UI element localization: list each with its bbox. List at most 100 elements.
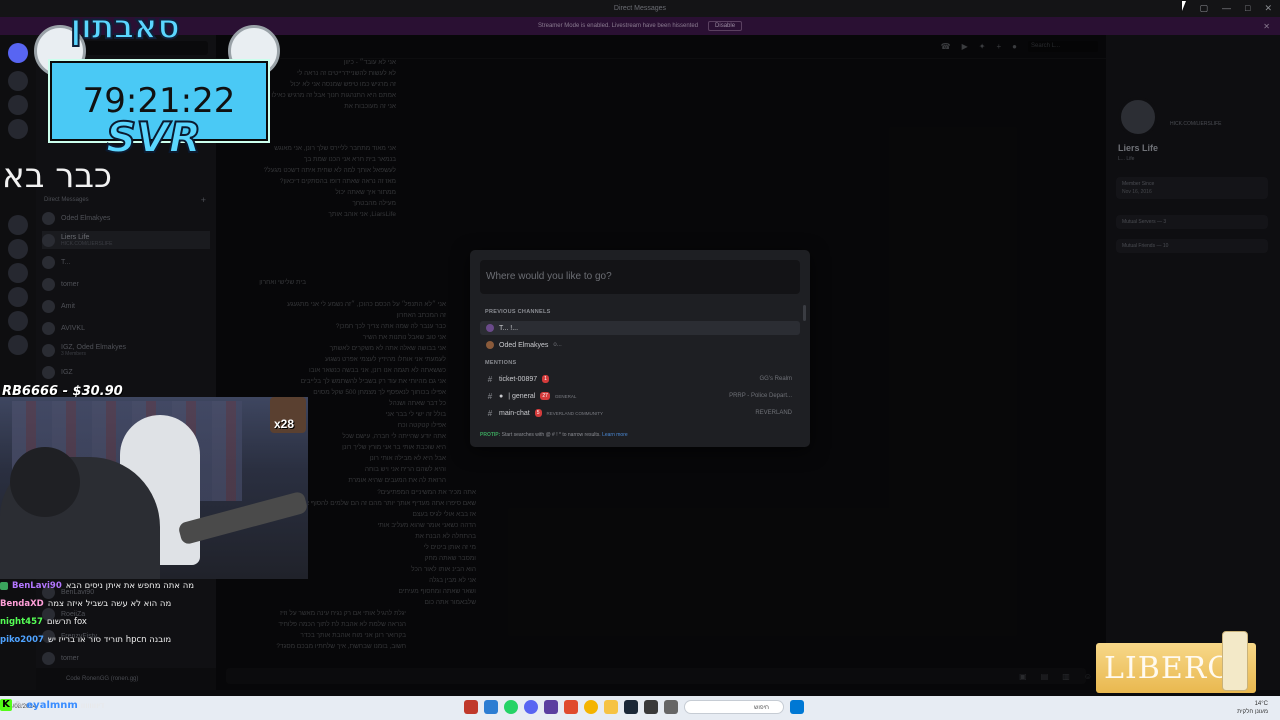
edit-icon: ✎ xyxy=(15,699,24,711)
learn-more-link[interactable]: Learn more xyxy=(602,432,628,438)
protip-text: Start searches with @ # ! * to narrow re… xyxy=(501,432,601,438)
mention-badge: 5 xyxy=(534,409,542,417)
chat-username: piko2007 xyxy=(0,635,44,645)
chrome-icon[interactable] xyxy=(584,700,598,714)
dm-item-name: Oded Elmakyes xyxy=(61,214,111,222)
dm-item[interactable]: Oded Elmakyes xyxy=(42,209,210,227)
stream-subtext: דיוווווווו xyxy=(80,700,105,710)
server-icon[interactable] xyxy=(8,215,28,235)
result-suffix: o... xyxy=(553,342,562,348)
server-icon[interactable] xyxy=(8,335,28,355)
app-icon[interactable] xyxy=(464,700,478,714)
server-icon[interactable] xyxy=(8,311,28,331)
streamer-head xyxy=(10,447,80,517)
inbox-icon[interactable]: ▢ xyxy=(1200,3,1209,14)
chat-bubble-icon: ● xyxy=(499,392,504,400)
switcher-result[interactable]: T... !... xyxy=(480,321,800,335)
app-icon[interactable] xyxy=(544,700,558,714)
dm-item-status: HICK.COM/LIERSLIFE xyxy=(61,240,113,247)
dm-item[interactable]: AVIVKL xyxy=(42,319,210,337)
avatar xyxy=(42,365,55,379)
dm-item-name: Amit xyxy=(61,302,75,310)
dm-item[interactable]: IGZ xyxy=(42,363,210,381)
server-icon[interactable] xyxy=(8,71,28,91)
windows-start-icon[interactable] xyxy=(790,700,804,714)
banner-disable-button[interactable]: Disable xyxy=(708,21,743,31)
steam-icon[interactable] xyxy=(624,700,638,714)
dm-item-name: tomer xyxy=(61,654,79,662)
banner-text: Streamer Mode is enabled. Livestream hav… xyxy=(537,23,699,29)
close-icon[interactable]: ✕ xyxy=(1264,3,1272,14)
kick-icon: K xyxy=(0,699,12,711)
server-icon[interactable] xyxy=(8,239,28,259)
avatar xyxy=(486,341,494,349)
result-category: REVERLAND COMMUNITY xyxy=(546,410,604,416)
maximize-icon[interactable]: □ xyxy=(1245,3,1250,14)
user-panel-name: Code RonenGG (ronen.gg) xyxy=(66,676,139,682)
taskbar-search[interactable]: חיפוש xyxy=(684,700,784,714)
dm-item-name: IGZ, Oded Elmakyes xyxy=(61,343,126,351)
taskbar-weather: 14°C מעונן חלקית xyxy=(1237,700,1268,716)
app-icon[interactable] xyxy=(644,700,658,714)
result-name: main-chat xyxy=(499,409,530,417)
app-icon[interactable] xyxy=(564,700,578,714)
avatar xyxy=(42,211,55,225)
mention-badge: 27 xyxy=(540,392,550,400)
dm-item-name: T... xyxy=(61,258,71,266)
mutual-friends-label: Mutual Friends — 10 xyxy=(1122,243,1169,249)
emote-multiplier: x28 xyxy=(274,417,295,431)
home-server-icon[interactable] xyxy=(8,43,28,63)
result-name: T... !... xyxy=(499,324,519,332)
window-title: Direct Messages xyxy=(613,5,667,12)
user-profile-panel: HICK.COM/LIERSLIFE Liers Life L... Life … xyxy=(1106,35,1280,690)
stream-chat: BenLavi90 מה אתה מחפש את איתן ניסים הבא … xyxy=(0,577,215,649)
app-icon[interactable] xyxy=(664,700,678,714)
quick-switcher-input[interactable] xyxy=(480,260,800,294)
timer-label: SVR xyxy=(105,112,202,163)
server-icon[interactable] xyxy=(8,263,28,283)
switcher-result[interactable]: # main-chat 5 REVERLAND COMMUNITY REVERL… xyxy=(480,406,800,420)
dm-section-title: Direct Messages xyxy=(44,197,89,203)
switcher-scrollbar[interactable] xyxy=(803,305,806,321)
avatar xyxy=(42,299,55,313)
mutual-servers-row[interactable]: Mutual Servers — 3 xyxy=(1116,215,1268,229)
app-icon[interactable] xyxy=(484,700,498,714)
chat-message: night457 fox תרשום xyxy=(0,613,215,631)
dm-item[interactable]: T... xyxy=(42,253,210,271)
subathon-timer: סאבתון 79:21:22 SVR xyxy=(30,5,285,165)
switcher-result[interactable]: Oded Elmakyes o... xyxy=(480,338,800,352)
result-name: | general xyxy=(508,392,536,400)
profile-handle: HICK.COM/LIERSLIFE xyxy=(1170,121,1222,127)
discord-icon[interactable] xyxy=(524,700,538,714)
dm-item-name: IGZ xyxy=(61,368,73,376)
minimize-icon[interactable]: — xyxy=(1222,3,1231,14)
server-icon[interactable] xyxy=(8,287,28,307)
dm-item[interactable]: IGZ, Oded Elmakyes 3 Members xyxy=(42,341,210,359)
chat-username: BenLavi90 xyxy=(12,581,62,591)
channel-hash-icon: # xyxy=(487,374,493,384)
mutual-friends-row[interactable]: Mutual Friends — 10 xyxy=(1116,239,1268,253)
result-name: Oded Elmakyes xyxy=(499,341,549,349)
mutual-servers-label: Mutual Servers — 3 xyxy=(1122,219,1167,225)
chat-username: night457 xyxy=(0,617,43,627)
mention-badge: 1 xyxy=(542,375,549,383)
server-icon[interactable] xyxy=(8,119,28,139)
chat-message: BenLavi90 מה אתה מחפש את איתן ניסים הבא xyxy=(0,577,215,595)
server-icon[interactable] xyxy=(8,95,28,115)
window-controls: ▢ — □ ✕ xyxy=(1200,3,1273,14)
dm-item[interactable]: tomer xyxy=(42,649,210,667)
stream-username: eyalmnm xyxy=(26,699,78,711)
banner-close-icon[interactable]: ✕ xyxy=(1263,22,1270,31)
folder-icon[interactable] xyxy=(604,700,618,714)
chat-message: piko2007 מובנה hpcn תוריד סור או ברייז י… xyxy=(0,631,215,649)
switcher-result[interactable]: # ticket-00897 1 GG's Realm xyxy=(480,372,800,386)
avatar xyxy=(42,277,55,291)
chat-username: BendaXD xyxy=(0,599,44,609)
dm-item[interactable]: Liers Life HICK.COM/LIERSLIFE xyxy=(42,231,210,249)
protip-label: PROTIP: xyxy=(480,432,501,438)
switcher-result[interactable]: # ● | general 27 GENERAL PRRP - Police D… xyxy=(480,389,800,403)
member-since-label: Member Since xyxy=(1122,181,1155,187)
avatar xyxy=(42,321,55,335)
whatsapp-icon[interactable] xyxy=(504,700,518,714)
dm-item[interactable]: Amit xyxy=(42,297,210,315)
